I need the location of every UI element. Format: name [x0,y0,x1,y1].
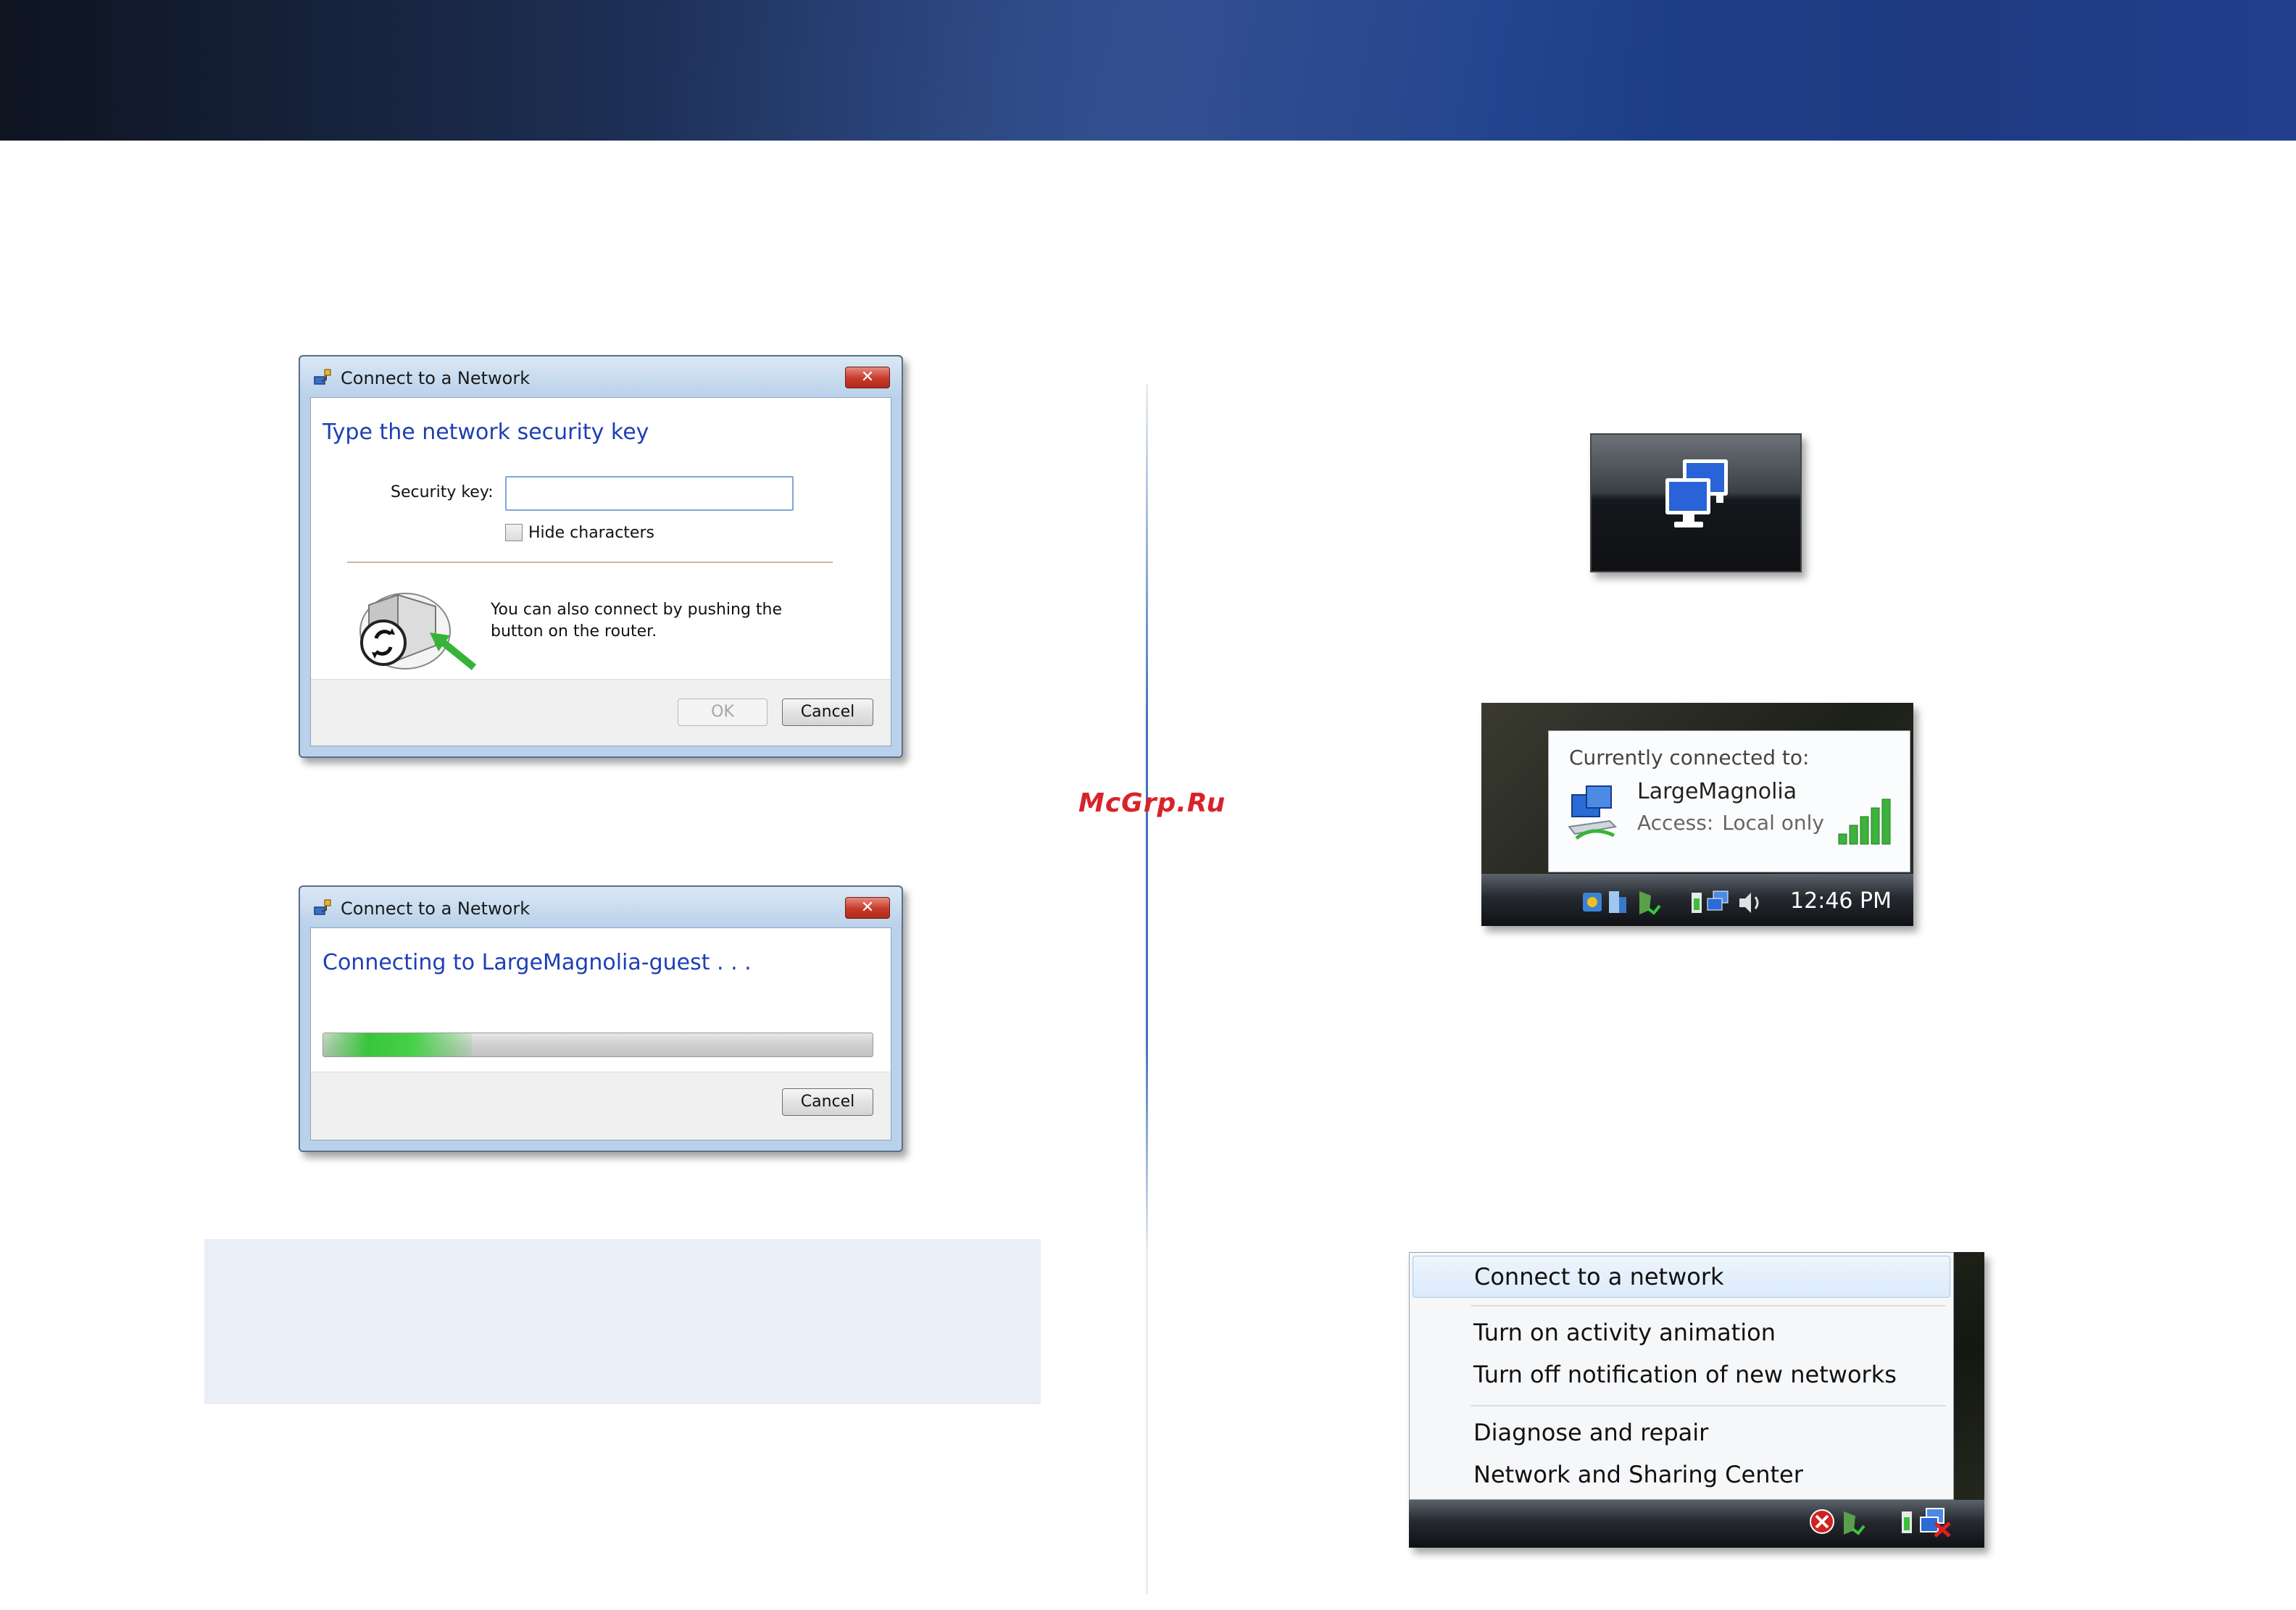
menu-separator [1471,1305,1946,1306]
tray-volume-app-icon[interactable] [1609,891,1626,913]
dialog-client: Type the network security key Security k… [310,397,891,746]
signal-strength-icon [1838,798,1891,845]
tray-icons [1583,890,1759,915]
taskbar [1409,1500,1984,1548]
signal-bar [1881,798,1891,845]
menu-item-network-sharing-center[interactable]: Network and Sharing Center [1413,1454,1950,1496]
taskbar: 12:46 PM [1481,874,1913,926]
close-button[interactable]: ✕ [845,897,890,919]
connect-network-dialog-connecting: Connect to a Network ✕ Connecting to Lar… [299,885,903,1152]
tray-power-icon[interactable] [1902,1511,1912,1533]
hide-characters-label[interactable]: Hide characters [528,524,654,542]
volume-icon[interactable] [1739,893,1759,913]
menu-item-activity-animation[interactable]: Turn on activity animation [1413,1312,1950,1354]
signal-bar [1871,807,1880,845]
connected-title: Currently connected to: [1569,746,1810,769]
taskbar-clock[interactable]: 12:46 PM [1790,888,1892,914]
tray-icons [1810,1508,1951,1538]
wireless-network-icon [1568,785,1618,841]
menu-item-diagnose-repair[interactable]: Diagnose and repair [1413,1412,1950,1454]
signal-bar [1849,825,1858,845]
dialog-heading: Connecting to LargeMagnolia-guest . . . [323,950,752,975]
dialog-heading: Type the network security key [323,420,649,445]
security-key-input[interactable] [505,476,794,511]
dialog-title: Connect to a Network [341,368,531,388]
tray-app-icon[interactable] [1583,893,1602,912]
cancel-button[interactable]: Cancel [782,1088,873,1116]
network-disconnected-icon[interactable] [1920,1508,1951,1538]
router-hint-text: You can also connect by pushing the butt… [491,601,783,641]
error-icon[interactable] [1810,1509,1834,1534]
connect-network-dialog-security: Connect to a Network ✕ Type the network … [299,355,903,758]
ok-button[interactable]: OK [678,698,768,726]
currently-connected-screenshot: Currently connected to: LargeMagnolia Ac… [1481,703,1913,926]
access-label: Access: [1637,811,1714,835]
note-box [204,1239,1041,1404]
tray-security-icon[interactable] [1844,1511,1865,1535]
close-button[interactable]: ✕ [845,367,890,388]
column-divider [1146,384,1148,1594]
tray-security-icon[interactable] [1639,891,1661,915]
progress-fill [323,1033,472,1056]
network-name: LargeMagnolia [1637,779,1797,804]
dialog-footer: OK Cancel [311,679,891,746]
signal-bar [1860,816,1869,845]
dialog-titlebar[interactable]: Connect to a Network ✕ [300,887,902,927]
tray-network-icon[interactable] [1707,890,1729,911]
watermark: McGrp.Ru [1078,788,1226,818]
top-banner [0,0,2296,141]
hide-characters-checkbox[interactable] [505,524,523,541]
access-value: Local only [1722,811,1824,835]
router-push-button-icon [359,593,477,670]
menu-item-notification-new-networks[interactable]: Turn off notification of new networks [1413,1354,1950,1396]
security-key-label: Security key: [391,483,494,501]
dialog-title: Connect to a Network [341,898,531,919]
tray-power-icon[interactable] [1692,893,1702,913]
network-icon [314,899,331,915]
network-monitors-icon[interactable] [1661,456,1734,536]
separator [347,562,833,563]
signal-bar [1838,833,1847,845]
connection-status-popup: Currently connected to: LargeMagnolia Ac… [1548,730,1910,872]
dialog-footer: Cancel [311,1072,891,1140]
network-icon [314,369,331,385]
network-access: Access: Local only [1637,811,1833,835]
menu-item-connect-to-network[interactable]: Connect to a network [1413,1256,1950,1298]
dialog-client: Connecting to LargeMagnolia-guest . . . … [310,927,891,1140]
context-menu: Connect to a network Turn on activity an… [1409,1252,1954,1500]
network-context-menu-screenshot: Connect to a network Turn on activity an… [1409,1252,1984,1548]
tray-network-icon-closeup [1590,433,1802,572]
menu-separator [1471,1405,1946,1406]
connection-progress-bar [323,1033,873,1057]
dialog-titlebar[interactable]: Connect to a Network ✕ [300,356,902,397]
cancel-button[interactable]: Cancel [782,698,873,726]
